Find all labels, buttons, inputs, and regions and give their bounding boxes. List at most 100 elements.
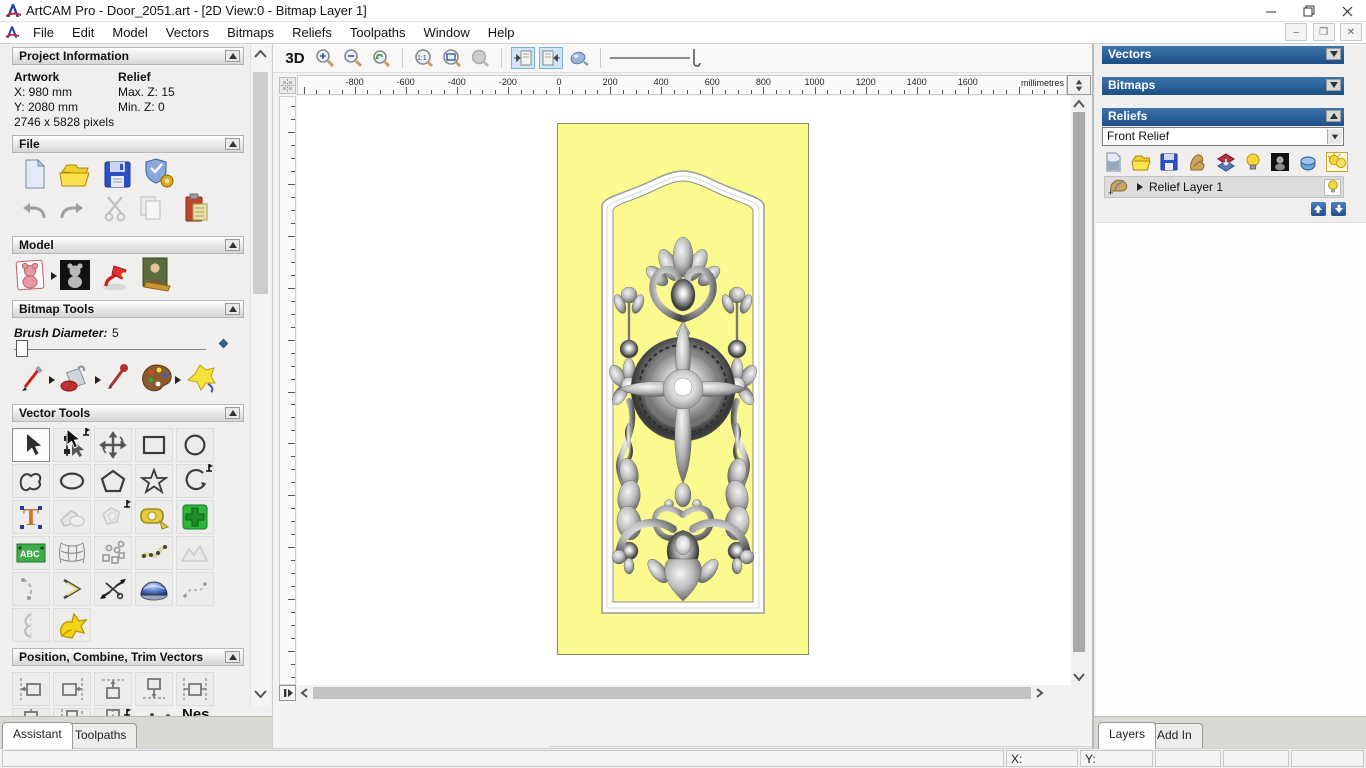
collapse-section-button[interactable] (225, 138, 240, 150)
collapse-section-button[interactable] (225, 651, 240, 663)
tool-select[interactable] (12, 428, 50, 462)
flyout-arrow-icon[interactable] (95, 376, 101, 384)
zoom-previous-button[interactable] (369, 47, 393, 69)
menu-model[interactable]: Model (103, 22, 156, 43)
tool-fit-spline[interactable] (176, 572, 214, 606)
show-all-layers-icon[interactable] (1326, 152, 1348, 172)
tool-create-polyline[interactable] (53, 572, 91, 606)
tool-weld-vectors[interactable] (53, 500, 91, 534)
tool-centre-in-page[interactable] (12, 708, 50, 716)
slider-handle-icon[interactable] (690, 47, 702, 69)
flood-fill-icon[interactable] (58, 362, 92, 394)
scrollbar-thumb[interactable] (253, 72, 268, 294)
tool-align-left[interactable] (12, 672, 50, 706)
section-bitmap-tools[interactable]: Bitmap Tools (12, 300, 244, 318)
collapse-section-button[interactable] (225, 303, 240, 315)
tool-envelope-distort[interactable] (53, 536, 91, 570)
tool-trim-vectors[interactable] (94, 572, 132, 606)
dropdown-arrow-icon[interactable] (1327, 129, 1342, 144)
tool-align-top[interactable] (94, 672, 132, 706)
tool-centre-horizontal[interactable] (53, 708, 91, 716)
copy-icon[interactable] (136, 194, 166, 222)
relief-selector-dropdown[interactable]: Front Relief (1102, 127, 1344, 146)
new-relief-layer-icon[interactable] (1104, 152, 1122, 172)
expand-section-button[interactable] (1326, 48, 1341, 60)
palette-icon[interactable] (138, 362, 174, 394)
tool-fit-arcs[interactable] (12, 572, 50, 606)
brush-diameter-slider-track[interactable] (14, 349, 206, 350)
scroll-down-icon[interactable] (254, 690, 267, 698)
switch-3d-view-button[interactable]: 3D (281, 47, 309, 69)
expand-section-button[interactable] (1326, 79, 1341, 91)
tool-transform[interactable] (94, 428, 132, 462)
move-layer-up-button[interactable] (1310, 202, 1326, 216)
menu-window[interactable]: Window (415, 22, 479, 43)
menu-file[interactable]: File (24, 22, 63, 43)
section-bitmaps[interactable]: Bitmaps (1102, 77, 1344, 95)
set-light-icon[interactable] (98, 258, 132, 292)
open-relief-icon[interactable] (1131, 152, 1151, 172)
mdi-close-button[interactable]: ✕ (1340, 23, 1362, 41)
move-layer-down-button[interactable] (1331, 202, 1346, 216)
close-button[interactable] (1328, 0, 1366, 22)
menu-toolpaths[interactable]: Toolpaths (341, 22, 415, 43)
zoom-in-button[interactable] (313, 47, 337, 69)
collapse-section-button[interactable] (225, 50, 240, 62)
scroll-up-icon[interactable] (254, 50, 267, 58)
open-file-icon[interactable] (58, 158, 92, 190)
zoom-out-button[interactable] (341, 47, 365, 69)
ruler-units-button[interactable] (1067, 75, 1091, 95)
tool-create-ellipse[interactable] (53, 464, 91, 498)
relief-layer-name[interactable]: Relief Layer 1 (1149, 180, 1318, 194)
tool-create-circle[interactable] (176, 428, 214, 462)
tool-create-star[interactable] (135, 464, 173, 498)
tool-centre-vertical[interactable] (94, 708, 132, 716)
minimize-button[interactable] (1252, 0, 1290, 22)
tab-toolpaths[interactable]: Toolpaths (64, 723, 138, 748)
tool-text-on-curve[interactable]: ABC (12, 536, 50, 570)
invert-bitmap-icon[interactable] (58, 258, 92, 292)
brush-diameter-slider-handle[interactable] (16, 340, 28, 357)
tool-create-freehand[interactable] (12, 464, 50, 498)
tool-align-right[interactable] (53, 672, 91, 706)
paint-brush-icon[interactable] (18, 364, 46, 392)
assistant-scrollbar[interactable] (250, 44, 270, 706)
colour-picker-icon[interactable] (104, 362, 132, 392)
scrollbar-thumb[interactable] (313, 687, 1031, 699)
toggle-assistant-panel-button[interactable] (511, 47, 535, 69)
collapse-section-button[interactable] (1326, 110, 1341, 122)
canvas-horizontal-scrollbar[interactable] (279, 685, 1071, 701)
menu-help[interactable]: Help (479, 22, 524, 43)
relief-layer-item[interactable]: + Relief Layer 1 (1104, 176, 1344, 198)
zoom-object-button[interactable] (468, 47, 492, 69)
tab-assistant[interactable]: Assistant (2, 722, 73, 749)
ruler-origin-button[interactable] (279, 77, 296, 94)
menu-reliefs[interactable]: Reliefs (283, 22, 341, 43)
layer-visibility-bulb-icon[interactable] (1324, 178, 1341, 196)
section-file[interactable]: File (12, 135, 244, 153)
load-bitmap-image-icon[interactable] (140, 256, 176, 292)
section-reliefs[interactable]: Reliefs (1102, 108, 1344, 126)
tool-create-polygon[interactable] (94, 464, 132, 498)
tool-mirror-profile[interactable] (12, 608, 50, 642)
cut-icon[interactable] (102, 194, 130, 222)
tab-layers[interactable]: Layers (1098, 722, 1157, 749)
tool-offset-vectors[interactable] (94, 500, 132, 534)
tool-wrap-vectors[interactable] (135, 572, 173, 606)
tool-create-text[interactable]: T (12, 500, 50, 534)
collapse-section-button[interactable] (225, 407, 240, 419)
tool-align-centre[interactable] (176, 672, 214, 706)
section-vector-tools[interactable]: Vector Tools (12, 404, 244, 422)
scroll-down-icon[interactable] (1073, 673, 1085, 682)
scroll-right-icon[interactable] (1033, 688, 1045, 698)
section-position-combine[interactable]: Position, Combine, Trim Vectors (12, 648, 244, 666)
canvas-vertical-scrollbar[interactable] (1071, 96, 1087, 685)
tool-align-bottom[interactable] (135, 672, 173, 706)
zoom-fit-button[interactable] (440, 47, 464, 69)
toggle-right-panel-button[interactable] (539, 47, 563, 69)
tool-vector-fade[interactable] (176, 536, 214, 570)
expand-layer-arrow-icon[interactable] (1137, 183, 1143, 191)
menu-vectors[interactable]: Vectors (157, 22, 218, 43)
tool-bitmap-to-vector[interactable] (176, 500, 214, 534)
greyscale-from-relief-icon[interactable] (1270, 152, 1290, 172)
